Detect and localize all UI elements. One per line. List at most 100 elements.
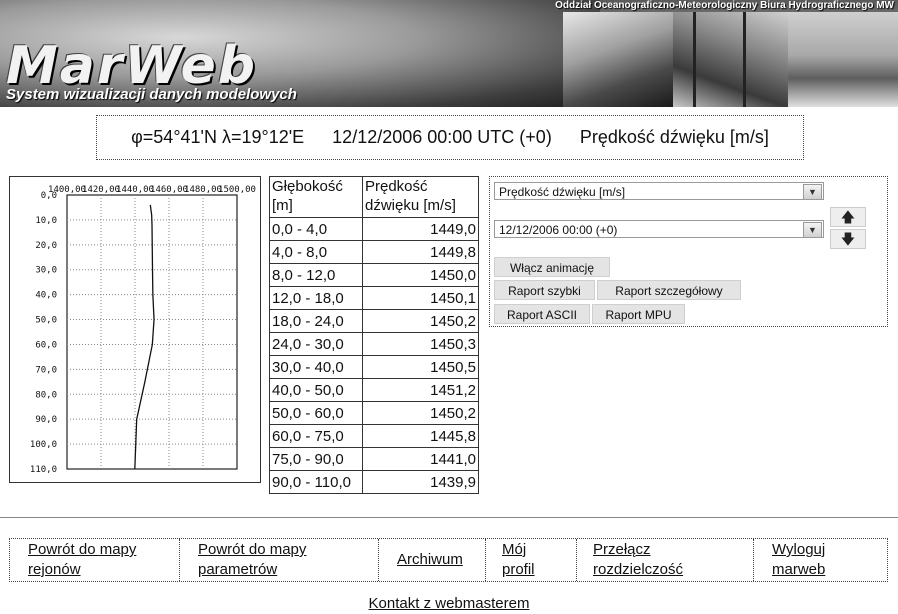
back-to-parameters-link[interactable]: Powrót do mapy parametrów xyxy=(198,540,306,580)
depth-header: Głębokość [m] xyxy=(269,176,363,218)
animation-button[interactable]: Włącz animację xyxy=(494,257,610,277)
table-row: 0,0 - 4,0 1449,0 xyxy=(269,217,479,241)
depth-cell: 75,0 - 90,0 xyxy=(269,447,363,471)
logo-subtitle: System wizualizacji danych modelowych xyxy=(6,86,297,103)
table-row: 40,0 - 50,0 1451,2 xyxy=(269,378,479,402)
table-row: 24,0 - 30,0 1450,3 xyxy=(269,332,479,356)
footer-divider xyxy=(0,517,898,518)
y-tick-label: 110,0 xyxy=(30,465,57,475)
depth-cell: 30,0 - 40,0 xyxy=(269,355,363,379)
organization-name: Oddział Oceanograficzno-Meteorologiczny … xyxy=(555,0,894,11)
y-tick-label: 80,0 xyxy=(35,390,57,400)
x-tick-label: 1440,00 xyxy=(116,185,154,195)
parameter-name: Prędkość dźwięku [m/s] xyxy=(579,127,769,147)
nav-regions: Powrót do mapy rejonów xyxy=(10,539,180,581)
my-profile-link[interactable]: Mój profil xyxy=(502,540,535,580)
date-select-value: 12/12/2006 00:00 (+0) xyxy=(499,223,618,237)
contact-webmaster-link[interactable]: Kontakt z webmasterem xyxy=(369,595,530,612)
speed-cell: 1450,0 xyxy=(362,263,479,287)
y-tick-label: 100,0 xyxy=(30,440,57,450)
y-tick-label: 50,0 xyxy=(35,316,57,326)
y-tick-label: 90,0 xyxy=(35,415,57,425)
depth-cell: 24,0 - 30,0 xyxy=(269,332,363,356)
speed-cell: 1450,2 xyxy=(362,309,479,333)
location-info-box: φ=54°41'N λ=19°12'E 12/12/2006 00:00 UTC… xyxy=(96,115,804,160)
table-row: 30,0 - 40,0 1450,5 xyxy=(269,355,479,379)
depth-cell: 18,0 - 24,0 xyxy=(269,309,363,333)
ship-photo-2 xyxy=(673,12,788,107)
y-tick-label: 70,0 xyxy=(35,365,57,375)
speed-cell: 1439,9 xyxy=(362,470,479,494)
control-panel: Prędkość dźwięku [m/s] ▼ 🡅 12/12/2006 00… xyxy=(489,176,888,327)
mpu-report-button[interactable]: Raport MPU xyxy=(592,304,685,324)
profile-chart: 1400,00 1420,00 1440,00 1460,00 1480,00 1500,… xyxy=(9,176,261,483)
y-tick-label: 40,0 xyxy=(35,291,57,301)
speed-cell: 1449,8 xyxy=(362,240,479,264)
x-tick-label: 1500,00 xyxy=(218,185,256,195)
table-row: 90,0 - 110,0 1439,9 xyxy=(269,470,479,494)
table-row: 50,0 - 60,0 1450,2 xyxy=(269,401,479,425)
depth-cell: 0,0 - 4,0 xyxy=(269,217,363,241)
nav-resolution: Przełącz rozdzielczość xyxy=(577,539,754,581)
speed-cell: 1450,3 xyxy=(362,332,479,356)
parameter-select-value: Prędkość dźwięku [m/s] xyxy=(499,185,626,199)
speed-cell: 1451,2 xyxy=(362,378,479,402)
chevron-down-icon[interactable]: ▼ xyxy=(803,222,822,238)
speed-cell: 1445,8 xyxy=(362,424,479,448)
nav-profile: Mój profil xyxy=(486,539,577,581)
y-tick-label: 10,0 xyxy=(35,216,57,226)
nav-parameters: Powrót do mapy parametrów xyxy=(180,539,379,581)
y-tick-label: 30,0 xyxy=(35,266,57,276)
nav-logout: Wyloguj marweb xyxy=(754,539,887,581)
y-tick-label: 0,0 xyxy=(41,191,57,201)
speed-cell: 1450,5 xyxy=(362,355,479,379)
depth-cell: 8,0 - 12,0 xyxy=(269,263,363,287)
parameter-select[interactable]: Prędkość dźwięku [m/s] ▼ xyxy=(494,182,824,200)
footer-nav: Powrót do mapy rejonów Powrót do mapy para… xyxy=(9,538,888,582)
logo: MarWeb xyxy=(6,36,258,96)
arrow-down-icon[interactable]: 🡇 xyxy=(830,229,866,249)
speed-header: Prędkość dźwięku [m/s] xyxy=(362,176,479,218)
datetime: 12/12/2006 00:00 UTC (+0) xyxy=(332,127,552,147)
logout-link[interactable]: Wyloguj marweb xyxy=(772,540,825,580)
detailed-report-button[interactable]: Raport szczegółowy xyxy=(597,280,741,300)
quick-report-button[interactable]: Raport szybki xyxy=(494,280,595,300)
depth-cell: 60,0 - 75,0 xyxy=(269,424,363,448)
coordinates: φ=54°41'N λ=19°12'E xyxy=(131,127,305,147)
switch-resolution-link[interactable]: Przełącz rozdzielczość xyxy=(593,540,683,580)
table-row: 60,0 - 75,0 1445,8 xyxy=(269,424,479,448)
ship-photo-3 xyxy=(788,12,898,107)
speed-cell: 1441,0 xyxy=(362,447,479,471)
contact-footer: Kontakt z webmasterem xyxy=(0,595,898,612)
x-tick-label: 1480,00 xyxy=(184,185,222,195)
profile-table: Głębokość [m] Prędkość dźwięku [m/s] 0,0… xyxy=(269,176,479,494)
depth-cell: 50,0 - 60,0 xyxy=(269,401,363,425)
nav-archive: Archiwum xyxy=(379,539,486,581)
date-select[interactable]: 12/12/2006 00:00 (+0) ▼ xyxy=(494,220,824,238)
table-row: 12,0 - 18,0 1450,1 xyxy=(269,286,479,310)
x-tick-label: 1460,00 xyxy=(150,185,188,195)
back-to-regions-link[interactable]: Powrót do mapy rejonów xyxy=(28,540,136,580)
table-row: 18,0 - 24,0 1450,2 xyxy=(269,309,479,333)
ship-photo-1 xyxy=(563,12,673,107)
ascii-report-button[interactable]: Raport ASCII xyxy=(494,304,590,324)
depth-cell: 40,0 - 50,0 xyxy=(269,378,363,402)
table-header-row: Głębokość [m] Prędkość dźwięku [m/s] xyxy=(269,176,479,218)
speed-cell: 1449,0 xyxy=(362,217,479,241)
table-row: 75,0 - 90,0 1441,0 xyxy=(269,447,479,471)
depth-cell: 4,0 - 8,0 xyxy=(269,240,363,264)
table-row: 8,0 - 12,0 1450,0 xyxy=(269,263,479,287)
depth-cell: 12,0 - 18,0 xyxy=(269,286,363,310)
arrow-up-icon[interactable]: 🡅 xyxy=(830,207,866,227)
archive-link[interactable]: Archiwum xyxy=(397,550,463,570)
y-tick-label: 60,0 xyxy=(35,340,57,350)
y-tick-label: 20,0 xyxy=(35,241,57,251)
speed-cell: 1450,2 xyxy=(362,401,479,425)
chevron-down-icon[interactable]: ▼ xyxy=(803,184,822,200)
table-row: 4,0 - 8,0 1449,8 xyxy=(269,240,479,264)
x-tick-label: 1420,00 xyxy=(82,185,120,195)
header-banner: Oddział Oceanograficzno-Meteorologiczny … xyxy=(0,0,898,107)
speed-cell: 1450,1 xyxy=(362,286,479,310)
profile-chart-svg: 1400,001420,001440,001460,001480,001500,… xyxy=(30,185,256,475)
depth-cell: 90,0 - 110,0 xyxy=(269,470,363,494)
